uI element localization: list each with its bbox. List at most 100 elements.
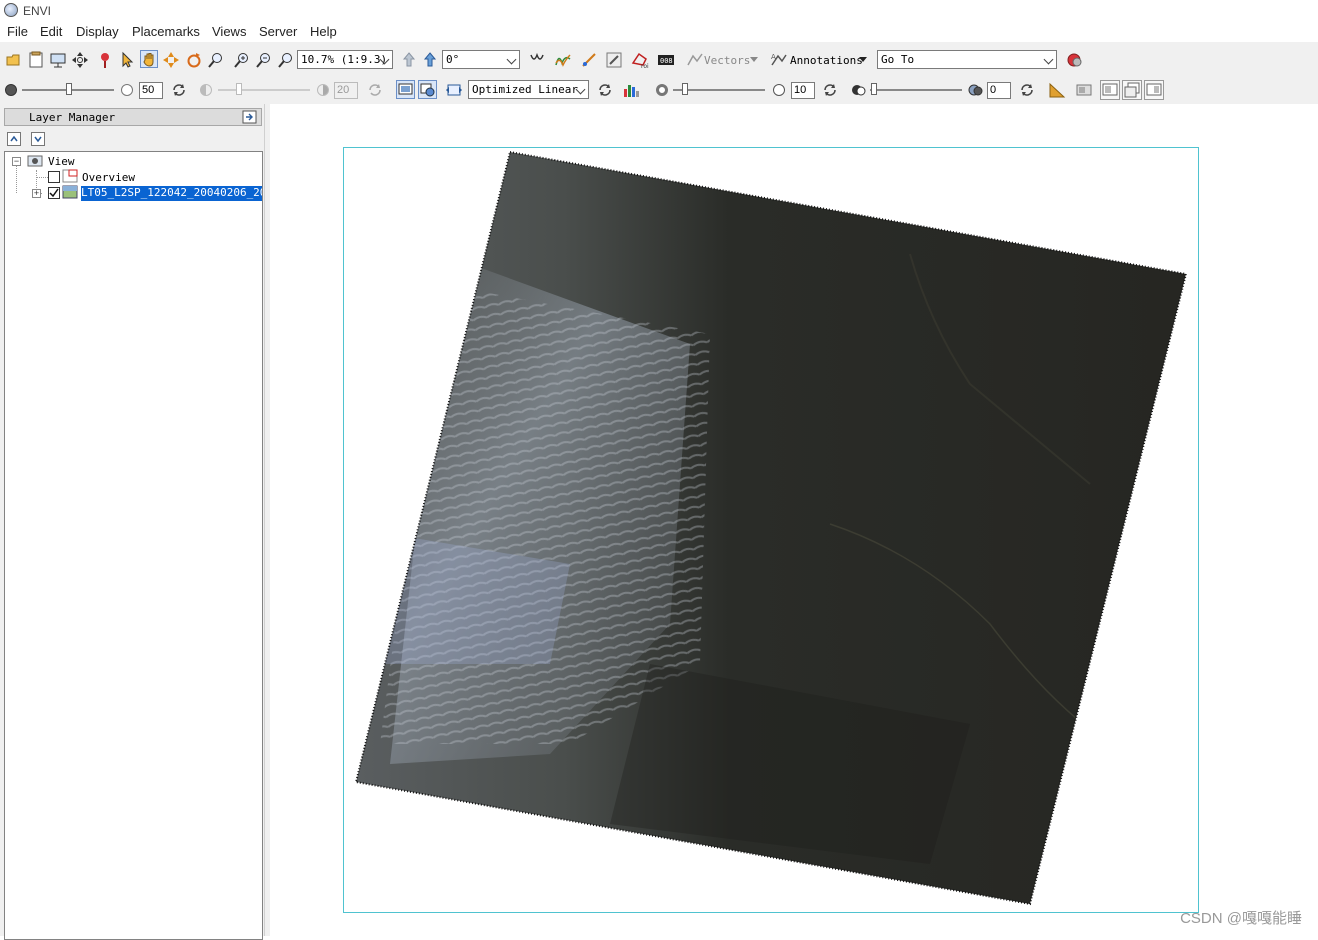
overview-icon: [62, 169, 78, 183]
brightness-low-icon: [5, 84, 17, 96]
fly-icon[interactable]: [162, 51, 180, 69]
sharpen-value-field[interactable]: 10: [791, 82, 815, 99]
zoom-level-select[interactable]: 10.7% (1:9.3): [297, 50, 393, 69]
menu-help[interactable]: Help: [310, 24, 337, 39]
layer-expander-icon[interactable]: +: [32, 189, 41, 198]
sharpen-reset-icon[interactable]: [821, 81, 839, 99]
contrast-low-icon: [200, 84, 212, 96]
flicker-icon[interactable]: [1100, 80, 1120, 100]
brightness-value-field[interactable]: 50: [139, 82, 163, 99]
annotations-dropdown-arrow-icon[interactable]: [859, 57, 867, 62]
open-file-icon[interactable]: [5, 51, 23, 69]
brightness-high-icon: [121, 84, 133, 96]
cursor-value-icon[interactable]: 008: [657, 51, 675, 69]
menu-bar: File Edit Display Placemarks Views Serve…: [0, 22, 1318, 42]
envi-modeler-icon[interactable]: [1066, 51, 1084, 69]
portal-view-icon[interactable]: [49, 51, 67, 69]
blend-icon[interactable]: [1075, 81, 1093, 99]
contrast-slider[interactable]: [218, 89, 310, 91]
vectors-icon[interactable]: [686, 51, 704, 69]
crosshairs-icon[interactable]: [528, 51, 546, 69]
rotation-select[interactable]: 0°: [442, 50, 520, 69]
sharpen-low-icon: [656, 84, 668, 96]
rotate-icon[interactable]: [185, 51, 203, 69]
stretch-data-icon[interactable]: [418, 80, 437, 99]
stretch-type-icon[interactable]: [445, 81, 463, 99]
satellite-image[interactable]: [270, 104, 1318, 936]
raster-layer-label[interactable]: LT05_L2SP_122042_20040206_2020: [81, 186, 262, 201]
zoom-rectangle-icon[interactable]: [207, 51, 225, 69]
placemark-pin-icon[interactable]: [96, 51, 114, 69]
full-extent-icon[interactable]: [71, 51, 89, 69]
pan-hand-icon[interactable]: [140, 50, 158, 68]
contrast-reset-icon[interactable]: [366, 81, 384, 99]
transparency-value-field[interactable]: 0: [987, 82, 1011, 99]
contrast-value-field[interactable]: 20: [334, 82, 358, 99]
rotation-value: 0°: [446, 53, 460, 66]
view-expander-icon[interactable]: −: [12, 157, 21, 166]
contrast-slider-handle[interactable]: [236, 83, 242, 95]
main-toolbar: 10.7% (1:9.3) 0° roi 008 Vectors A Annot…: [0, 42, 1318, 76]
collapse-all-icon[interactable]: [7, 132, 21, 146]
view-node-label[interactable]: View: [48, 155, 75, 168]
layer-visibility-checkbox[interactable]: [48, 187, 60, 199]
expand-all-icon[interactable]: [31, 132, 45, 146]
portal-icon[interactable]: [1048, 81, 1066, 99]
menu-edit[interactable]: Edit: [40, 24, 62, 39]
edit-icon[interactable]: [605, 51, 623, 69]
brightness-reset-icon[interactable]: [170, 81, 188, 99]
transparency-slider-handle[interactable]: [871, 83, 877, 95]
goto-value: Go To: [881, 53, 915, 66]
layer-manager-header: Layer Manager: [4, 108, 262, 126]
menu-file[interactable]: File: [7, 24, 28, 39]
select-arrow-icon[interactable]: [118, 51, 136, 69]
panel-collapse-icon[interactable]: [242, 110, 257, 124]
title-bar: ENVI: [0, 0, 1318, 22]
transparency-low-icon: [850, 81, 868, 99]
window-title: ENVI: [23, 4, 52, 18]
annotations-icon[interactable]: A: [770, 51, 788, 69]
vectors-label[interactable]: Vectors: [704, 54, 750, 67]
vectors-dropdown-arrow-icon[interactable]: [750, 57, 758, 62]
zoom-level-value: 10.7% (1:9.3): [301, 53, 388, 66]
svg-text:roi: roi: [641, 63, 649, 69]
raster-layer-icon: [62, 185, 78, 199]
roi-tool-icon[interactable]: roi: [631, 51, 649, 70]
zoom-in-icon[interactable]: [233, 51, 251, 69]
zoom-out-icon[interactable]: [255, 51, 273, 69]
view-layout-icon[interactable]: [1144, 80, 1164, 100]
menu-server[interactable]: Server: [259, 24, 297, 39]
overview-node-label[interactable]: Overview: [82, 171, 135, 184]
layer-tree: − View Overview + LT05_L2SP_122042_20040…: [4, 151, 263, 940]
annotations-label[interactable]: Annotations: [790, 54, 863, 67]
layer-manager-title: Layer Manager: [29, 111, 116, 124]
stretch-type-select[interactable]: Optimized Linear: [468, 80, 589, 99]
swipe-icon[interactable]: [1122, 80, 1142, 100]
menu-placemarks[interactable]: Placemarks: [132, 24, 200, 39]
transparency-slider[interactable]: [870, 89, 962, 91]
overview-checkbox[interactable]: [48, 171, 60, 183]
layer-manager-panel: Layer Manager − View Overview + LT05_L2S…: [0, 104, 271, 940]
zoom-full-icon[interactable]: [277, 51, 295, 69]
spectral-profile-icon[interactable]: [554, 51, 572, 69]
transparency-reset-icon[interactable]: [1018, 81, 1036, 99]
measure-icon[interactable]: [580, 51, 598, 69]
image-view[interactable]: CSDN @嘎嘎能睡: [270, 104, 1318, 936]
histogram-icon[interactable]: [622, 81, 640, 99]
stretch-reset-icon[interactable]: [596, 81, 614, 99]
menu-display[interactable]: Display: [76, 24, 119, 39]
brightness-slider-handle[interactable]: [66, 83, 72, 95]
sharpen-slider-handle[interactable]: [682, 83, 688, 95]
rotate-north-icon[interactable]: [400, 51, 418, 69]
rotate-up-icon[interactable]: [421, 51, 439, 69]
display-toolbar: 50 20 Optimized Linear 10 0: [0, 76, 1318, 104]
contrast-high-icon: [317, 84, 329, 96]
stretch-view-icon[interactable]: [396, 80, 415, 99]
data-manager-icon[interactable]: [27, 51, 45, 69]
svg-text:A: A: [771, 53, 776, 61]
menu-views[interactable]: Views: [212, 24, 246, 39]
view-icon: [26, 154, 44, 168]
transparency-high-icon: [967, 81, 985, 99]
goto-field[interactable]: Go To: [877, 50, 1057, 69]
svg-text:008: 008: [660, 57, 673, 65]
